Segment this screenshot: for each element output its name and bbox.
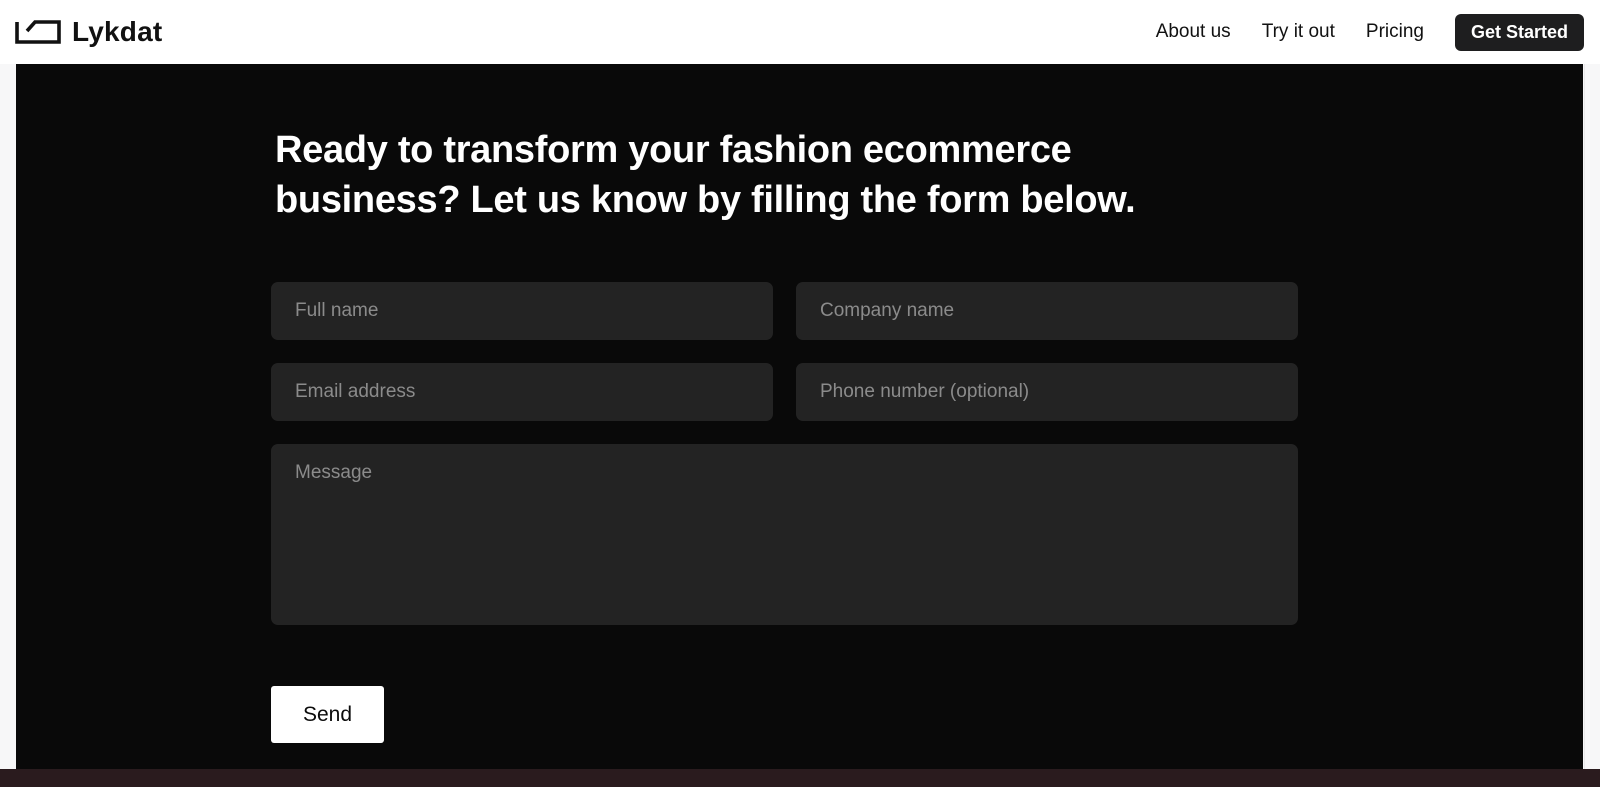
nav-link-about-us[interactable]: About us bbox=[1156, 21, 1231, 43]
message-textarea[interactable] bbox=[271, 444, 1298, 625]
nav-link-pricing[interactable]: Pricing bbox=[1366, 21, 1424, 43]
lykdat-logo-icon bbox=[15, 20, 61, 44]
nav-link-try-it-out[interactable]: Try it out bbox=[1262, 21, 1335, 43]
get-started-button[interactable]: Get Started bbox=[1454, 13, 1584, 51]
company-name-input[interactable] bbox=[796, 282, 1298, 340]
bottom-edge-strip bbox=[0, 769, 1600, 787]
nav-links: About us Try it out Pricing Get Started bbox=[1156, 13, 1584, 51]
contact-section: Ready to transform your fashion ecommerc… bbox=[16, 64, 1583, 769]
brand-name: Lykdat bbox=[72, 16, 163, 47]
top-navbar: Lykdat About us Try it out Pricing Get S… bbox=[0, 0, 1600, 64]
send-button[interactable]: Send bbox=[271, 686, 384, 743]
phone-input[interactable] bbox=[796, 363, 1298, 421]
section-title: Ready to transform your fashion ecommerc… bbox=[275, 129, 1136, 221]
full-name-input[interactable] bbox=[271, 282, 773, 340]
email-input[interactable] bbox=[271, 363, 773, 421]
brand-logo-link[interactable]: Lykdat bbox=[14, 16, 162, 48]
page-scrollbar-track[interactable] bbox=[1584, 64, 1600, 769]
